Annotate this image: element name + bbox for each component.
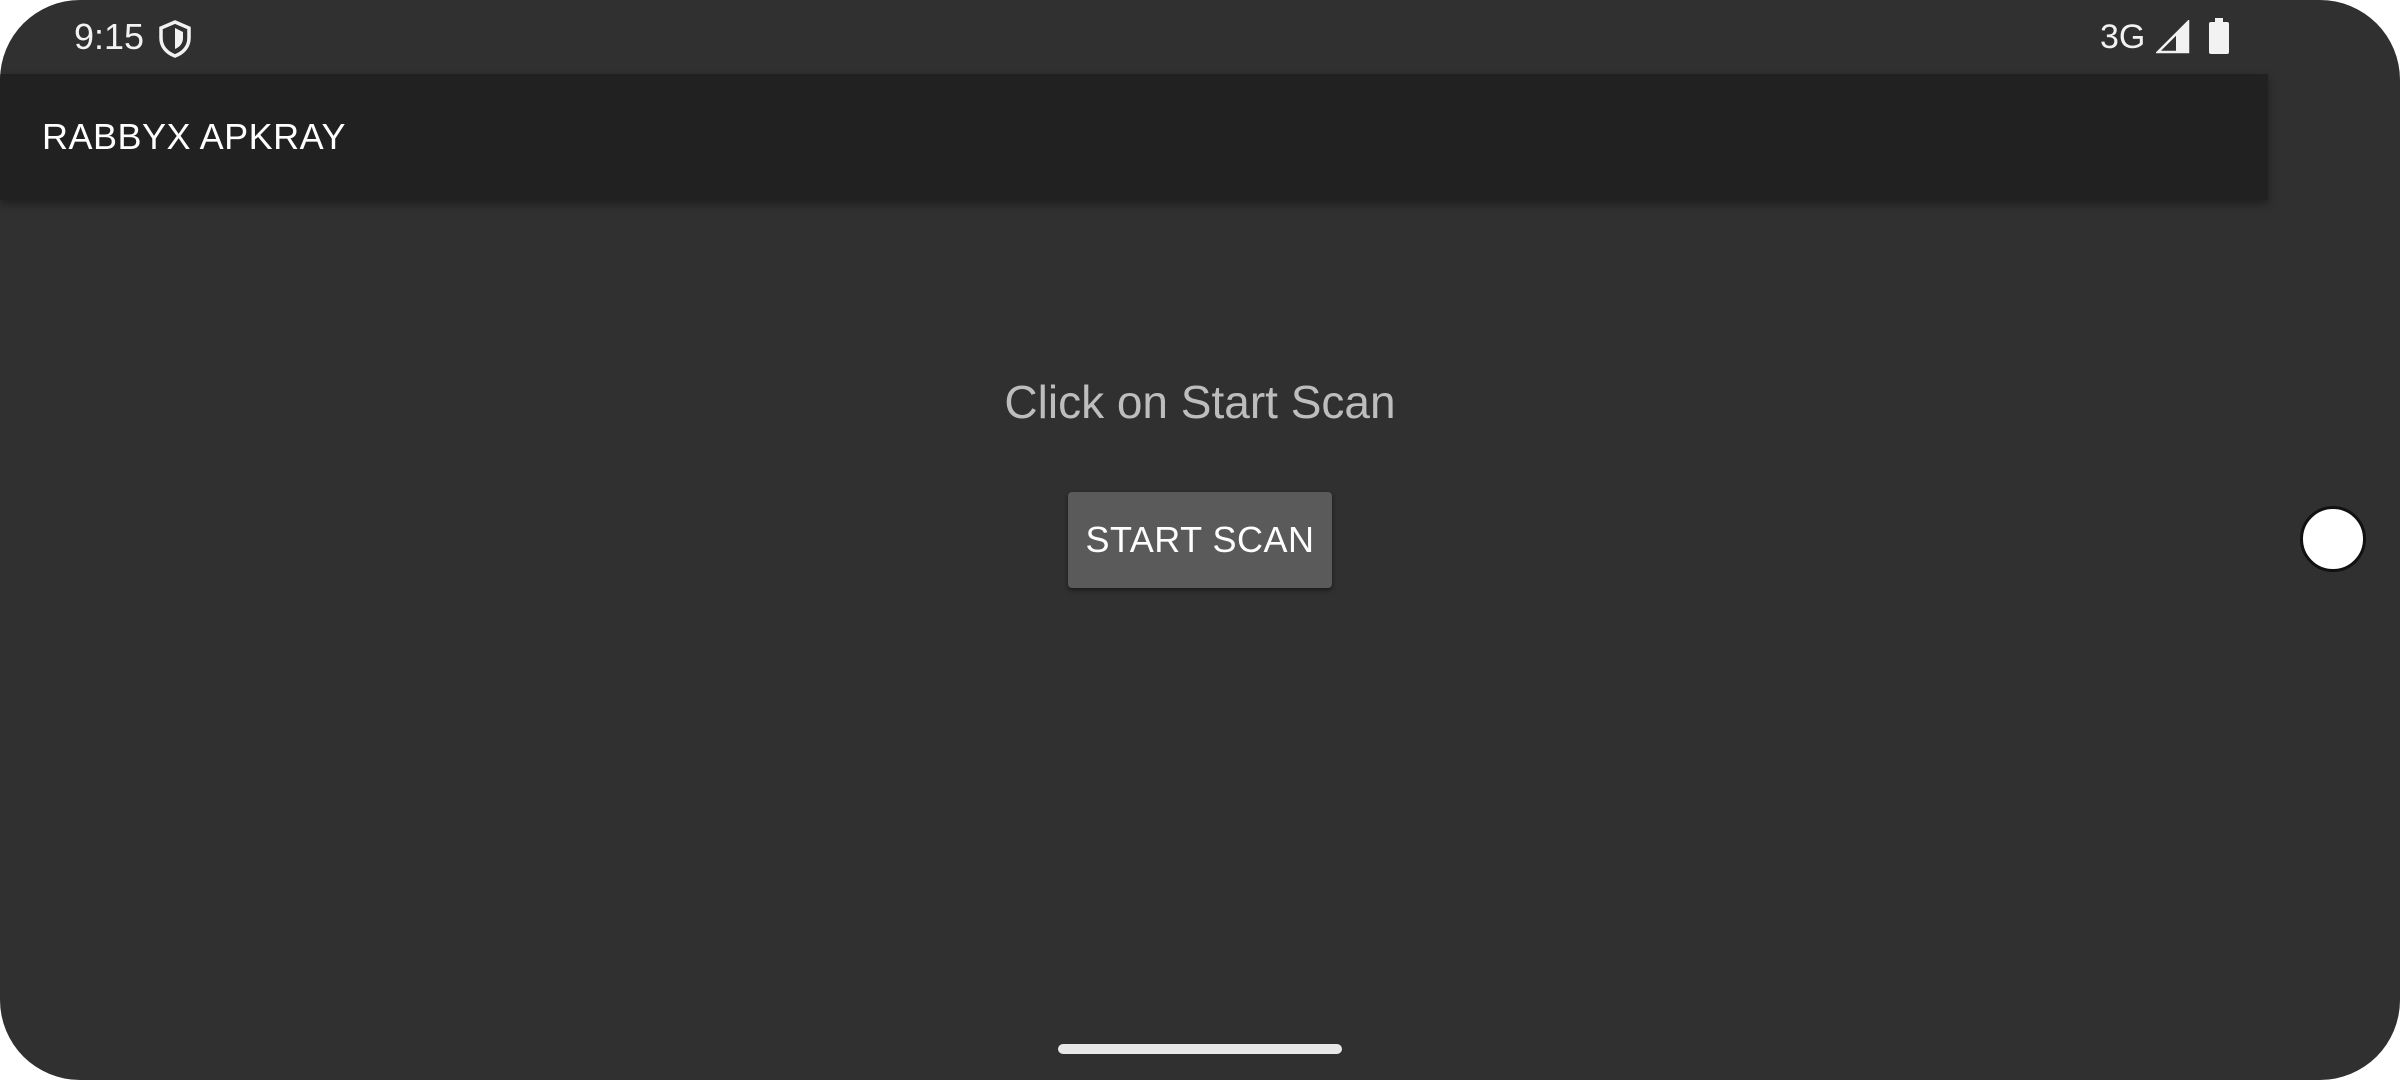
signal-icon (2154, 18, 2190, 54)
start-scan-button[interactable]: START SCAN (1068, 492, 1332, 588)
main-content: Click on Start Scan START SCAN (0, 200, 2268, 1000)
shield-icon (158, 20, 192, 58)
app-title: RABBYX APKRAY (42, 116, 346, 157)
camera-cutout (2300, 506, 2366, 572)
home-indicator[interactable] (1058, 1044, 1342, 1054)
status-time: 9:15 (74, 16, 145, 57)
network-type: 3G (2100, 18, 2146, 56)
status-bar: 9:15 3G (0, 0, 2400, 74)
instruction-text: Click on Start Scan (1004, 376, 1396, 428)
device-screen: 9:15 3G RABBYX APKRAY Click on Start Sca… (0, 0, 2400, 1080)
battery-icon (2208, 18, 2230, 54)
app-bar: RABBYX APKRAY (0, 74, 2268, 200)
